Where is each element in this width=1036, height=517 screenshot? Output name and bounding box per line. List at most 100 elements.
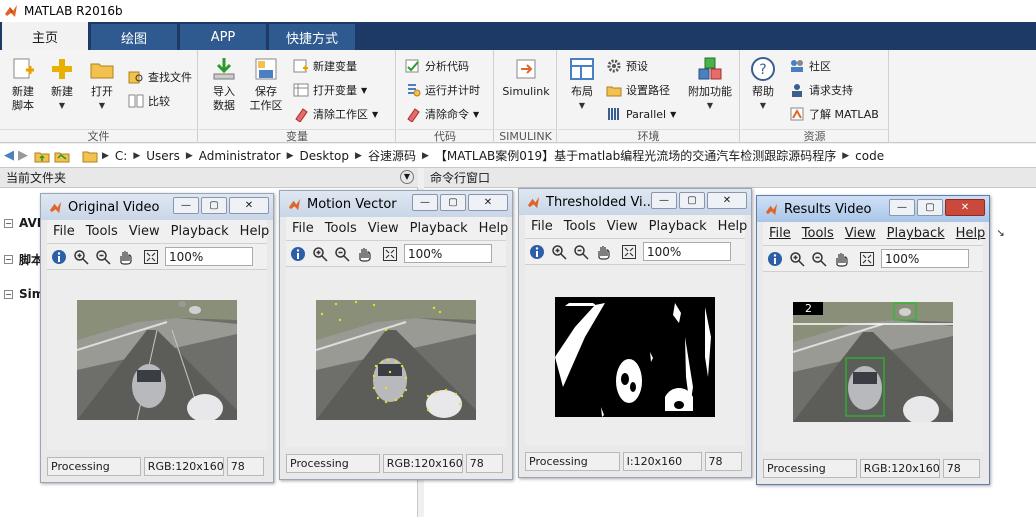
- menu-file[interactable]: File: [53, 224, 75, 239]
- back-arrow-icon[interactable]: ◀: [4, 148, 14, 163]
- fit-to-window-icon[interactable]: [143, 249, 159, 265]
- menu-tools[interactable]: Tools: [802, 226, 834, 241]
- fit-to-window-icon[interactable]: [621, 244, 637, 260]
- info-icon[interactable]: [767, 251, 783, 267]
- forward-arrow-icon[interactable]: ▶: [18, 148, 28, 163]
- save-workspace-button[interactable]: 保存 工作区: [247, 56, 285, 113]
- zoom-out-icon[interactable]: [573, 244, 589, 260]
- pan-hand-icon[interactable]: [595, 244, 611, 260]
- simulink-button[interactable]: Simulink: [501, 56, 551, 99]
- collapse-icon[interactable]: −: [4, 255, 13, 264]
- breadcrumb-project[interactable]: 【MATLAB案例019】基于matlab编程光流场的交通汽车检测跟踪源码程序: [435, 147, 836, 164]
- import-data-button[interactable]: 导入 数据: [207, 56, 241, 113]
- maximize-icon[interactable]: ▢: [917, 199, 943, 216]
- clear-workspace-button[interactable]: 清除工作区 ▼: [293, 105, 378, 123]
- zoom-in-icon[interactable]: [789, 251, 805, 267]
- info-icon[interactable]: [290, 246, 306, 262]
- close-icon[interactable]: ✕: [945, 199, 985, 216]
- panel-menu-icon[interactable]: ▼: [400, 170, 414, 184]
- breadcrumb-users[interactable]: Users: [146, 149, 180, 163]
- figure-motion-vector[interactable]: Motion Vector — ▢ ✕ File Tools View Play…: [279, 190, 528, 480]
- maximize-icon[interactable]: ▢: [679, 192, 705, 209]
- preferences-button[interactable]: 预设: [606, 57, 648, 75]
- add-ons-button[interactable]: 附加功能 ▼: [686, 56, 734, 113]
- figure-title-bar[interactable]: Thresholded Vi... — ▢ ✕: [519, 189, 751, 215]
- figure-title-bar[interactable]: Results Video — ▢ ✕: [757, 196, 989, 222]
- figure-thresholded-video[interactable]: Thresholded Vi... — ▢ ✕ File Tools View …: [518, 188, 767, 478]
- menu-playback[interactable]: Playback: [887, 226, 945, 241]
- info-icon[interactable]: [51, 249, 67, 265]
- menu-help[interactable]: Help: [479, 221, 509, 236]
- learn-matlab-button[interactable]: 了解 MATLAB: [789, 105, 879, 123]
- request-support-button[interactable]: 请求支持: [789, 81, 853, 99]
- close-icon[interactable]: ✕: [229, 197, 269, 214]
- tab-apps[interactable]: APP: [180, 24, 266, 50]
- pan-hand-icon[interactable]: [117, 249, 133, 265]
- collapse-icon[interactable]: −: [4, 218, 13, 228]
- clear-commands-button[interactable]: 清除命令 ▼: [405, 105, 479, 123]
- collapse-icon[interactable]: −: [4, 289, 13, 299]
- menu-help[interactable]: Help: [718, 219, 748, 234]
- menu-playback[interactable]: Playback: [649, 219, 707, 234]
- figure-title-bar[interactable]: Original Video — ▢ ✕: [41, 194, 273, 220]
- minimize-icon[interactable]: —: [889, 199, 915, 216]
- menu-file[interactable]: File: [769, 226, 791, 241]
- parallel-button[interactable]: Parallel ▼: [606, 105, 676, 123]
- close-icon[interactable]: ✕: [707, 192, 747, 209]
- zoom-out-icon[interactable]: [811, 251, 827, 267]
- figure-title-bar[interactable]: Motion Vector — ▢ ✕: [280, 191, 512, 217]
- zoom-in-icon[interactable]: [73, 249, 89, 265]
- tree-item-sim[interactable]: − Sim: [4, 287, 44, 301]
- zoom-level-field[interactable]: 100%: [404, 244, 492, 263]
- set-path-button[interactable]: 设置路径: [606, 81, 670, 99]
- zoom-level-field[interactable]: 100%: [881, 249, 969, 268]
- zoom-out-icon[interactable]: [95, 249, 111, 265]
- menu-view[interactable]: View: [368, 221, 399, 236]
- find-files-button[interactable]: 查找文件: [128, 68, 192, 86]
- menu-tools[interactable]: Tools: [325, 221, 357, 236]
- run-and-time-button[interactable]: 运行并计时: [405, 81, 480, 99]
- fit-to-window-icon[interactable]: [382, 246, 398, 262]
- tab-shortcuts[interactable]: 快捷方式: [269, 24, 355, 50]
- zoom-out-icon[interactable]: [334, 246, 350, 262]
- up-folder-icon[interactable]: [34, 148, 50, 164]
- breadcrumb-gusu[interactable]: 谷速源码: [368, 147, 416, 164]
- new-button[interactable]: 新建 ▼: [46, 56, 78, 113]
- zoom-in-icon[interactable]: [312, 246, 328, 262]
- breadcrumb-code[interactable]: code: [855, 149, 884, 163]
- minimize-icon[interactable]: —: [412, 194, 438, 211]
- menu-overflow-icon[interactable]: ↘: [996, 228, 1004, 239]
- minimize-icon[interactable]: —: [651, 192, 677, 209]
- tab-plots[interactable]: 绘图: [91, 24, 177, 50]
- pan-hand-icon[interactable]: [356, 246, 372, 262]
- menu-playback[interactable]: Playback: [410, 221, 468, 236]
- layout-button[interactable]: 布局 ▼: [566, 56, 598, 113]
- maximize-icon[interactable]: ▢: [440, 194, 466, 211]
- menu-view[interactable]: View: [845, 226, 876, 241]
- close-icon[interactable]: ✕: [468, 194, 508, 211]
- minimize-icon[interactable]: —: [173, 197, 199, 214]
- breadcrumb-administrator[interactable]: Administrator: [199, 149, 281, 163]
- tab-home[interactable]: 主页: [2, 22, 88, 50]
- menu-help[interactable]: Help: [956, 226, 986, 241]
- menu-playback[interactable]: Playback: [171, 224, 229, 239]
- zoom-level-field[interactable]: 100%: [643, 242, 731, 261]
- figure-original-video[interactable]: Original Video — ▢ ✕ File Tools View Pla…: [40, 193, 289, 483]
- compare-button[interactable]: 比较: [128, 92, 170, 110]
- browse-folder-icon[interactable]: [54, 148, 70, 164]
- zoom-level-field[interactable]: 100%: [165, 247, 253, 266]
- tree-item-avi[interactable]: − AVI: [4, 216, 41, 230]
- help-button[interactable]: ? 帮助 ▼: [747, 56, 779, 113]
- breadcrumb-drive[interactable]: C:: [115, 149, 127, 163]
- new-variable-button[interactable]: 新建变量: [293, 57, 357, 75]
- figure-results-video[interactable]: Results Video — ▢ ✕ File Tools View Play…: [756, 195, 1005, 485]
- breadcrumb-desktop[interactable]: Desktop: [300, 149, 350, 163]
- analyze-code-button[interactable]: 分析代码: [405, 57, 469, 75]
- zoom-in-icon[interactable]: [551, 244, 567, 260]
- tree-item-scripts[interactable]: − 脚本: [4, 251, 43, 268]
- new-script-button[interactable]: 新建 脚本: [6, 56, 40, 113]
- menu-tools[interactable]: Tools: [564, 219, 596, 234]
- menu-help[interactable]: Help: [240, 224, 270, 239]
- pan-hand-icon[interactable]: [833, 251, 849, 267]
- menu-tools[interactable]: Tools: [86, 224, 118, 239]
